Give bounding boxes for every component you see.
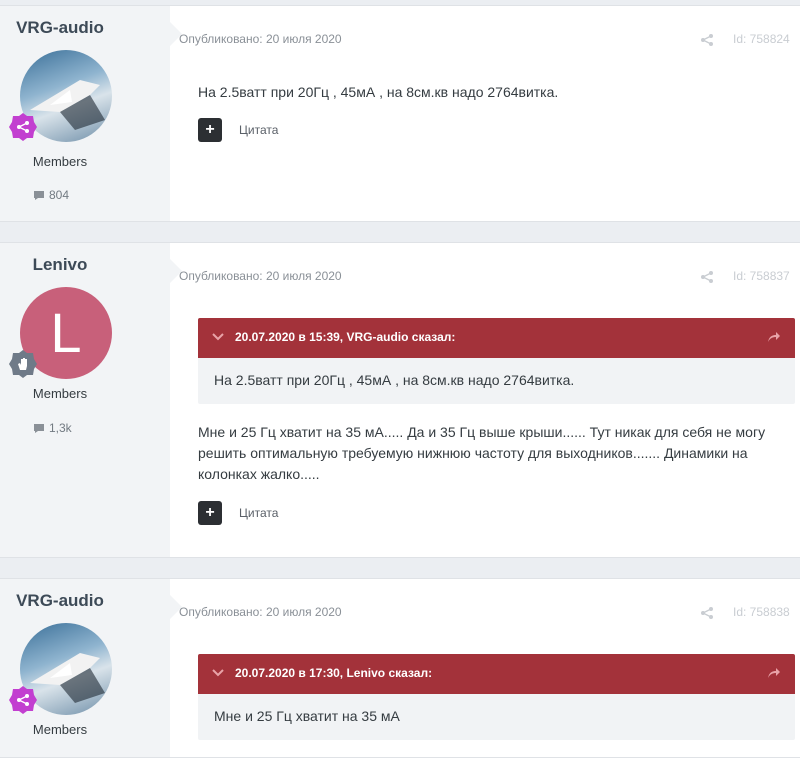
quote-header[interactable]: 20.07.2020 в 17:30, Lenivo сказал: — [198, 654, 795, 694]
published-date[interactable]: Опубликовано: 20 июля 2020 — [179, 32, 342, 46]
post-text: На 2.5ватт при 20Гц , 45мА , на 8см.кв н… — [198, 84, 559, 100]
post-count-value: 1,3k — [49, 421, 72, 435]
quote-header[interactable]: 20.07.2020 в 15:39, VRG-audio сказал: — [198, 318, 795, 358]
share-icon[interactable] — [700, 270, 714, 284]
post: Lenivo L Members 1,3k Опубликовано: 20 и… — [0, 242, 800, 558]
hand-wave-icon — [8, 349, 38, 379]
post-id[interactable]: Id: 758824 — [733, 32, 790, 46]
quote-title: 20.07.2020 в 15:39, VRG-audio сказал: — [235, 330, 456, 344]
post-text-line: решить оптимальную требуемую нижнюю част… — [198, 445, 748, 461]
author-name[interactable]: VRG-audio — [0, 591, 120, 611]
share-icon[interactable] — [700, 606, 714, 620]
post: VRG-audio Members 804 Опубликовано: 20 и… — [0, 5, 800, 222]
published-date[interactable]: Опубликовано: 20 июля 2020 — [179, 269, 342, 283]
post-count-value: 804 — [49, 188, 70, 202]
post-text-line: Мне и 25 Гц хватит на 35 мА..... Да и 35… — [198, 424, 766, 440]
plus-icon[interactable]: + — [198, 501, 222, 525]
blockquote: 20.07.2020 в 17:30, Lenivo сказал: Мне и… — [198, 654, 795, 740]
member-group: Members — [32, 386, 88, 401]
author-panel: VRG-audio Members — [0, 579, 182, 757]
chevron-down-icon[interactable] — [212, 669, 224, 677]
member-group: Members — [32, 722, 88, 737]
author-panel: Lenivo L Members 1,3k — [0, 243, 182, 557]
comment-icon — [34, 190, 44, 200]
share-nodes-icon — [8, 112, 38, 142]
arrow-right-icon[interactable] — [767, 667, 781, 679]
post-count: 1,3k — [33, 421, 72, 435]
plus-icon[interactable]: + — [198, 118, 222, 142]
post-count: 804 — [33, 188, 69, 202]
arrow-right-icon[interactable] — [767, 331, 781, 343]
author-name[interactable]: Lenivo — [0, 255, 120, 275]
quote-button[interactable]: Цитата — [239, 123, 278, 137]
chevron-down-icon[interactable] — [212, 333, 224, 341]
quote-text: Мне и 25 Гц хватит на 35 мА — [214, 708, 400, 724]
share-icon[interactable] — [700, 33, 714, 47]
comment-icon — [34, 423, 44, 433]
author-name[interactable]: VRG-audio — [0, 18, 120, 38]
post-text-line: колонках жалко..... — [198, 466, 320, 482]
quote-button[interactable]: Цитата — [239, 506, 278, 520]
post-id[interactable]: Id: 758838 — [733, 605, 790, 619]
blockquote: 20.07.2020 в 15:39, VRG-audio сказал: На… — [198, 318, 795, 404]
post-text: Мне и 25 Гц хватит на 35 мА..... Да и 35… — [198, 422, 788, 485]
post-id[interactable]: Id: 758837 — [733, 269, 790, 283]
published-date[interactable]: Опубликовано: 20 июля 2020 — [179, 605, 342, 619]
share-nodes-icon — [8, 685, 38, 715]
quote-text: На 2.5ватт при 20Гц , 45мА , на 8см.кв н… — [214, 372, 575, 388]
quote-title: 20.07.2020 в 17:30, Lenivo сказал: — [235, 666, 433, 680]
author-panel: VRG-audio Members 804 — [0, 6, 182, 221]
post: VRG-audio Members Опубликовано: 20 июля … — [0, 578, 800, 758]
member-group: Members — [32, 154, 88, 169]
